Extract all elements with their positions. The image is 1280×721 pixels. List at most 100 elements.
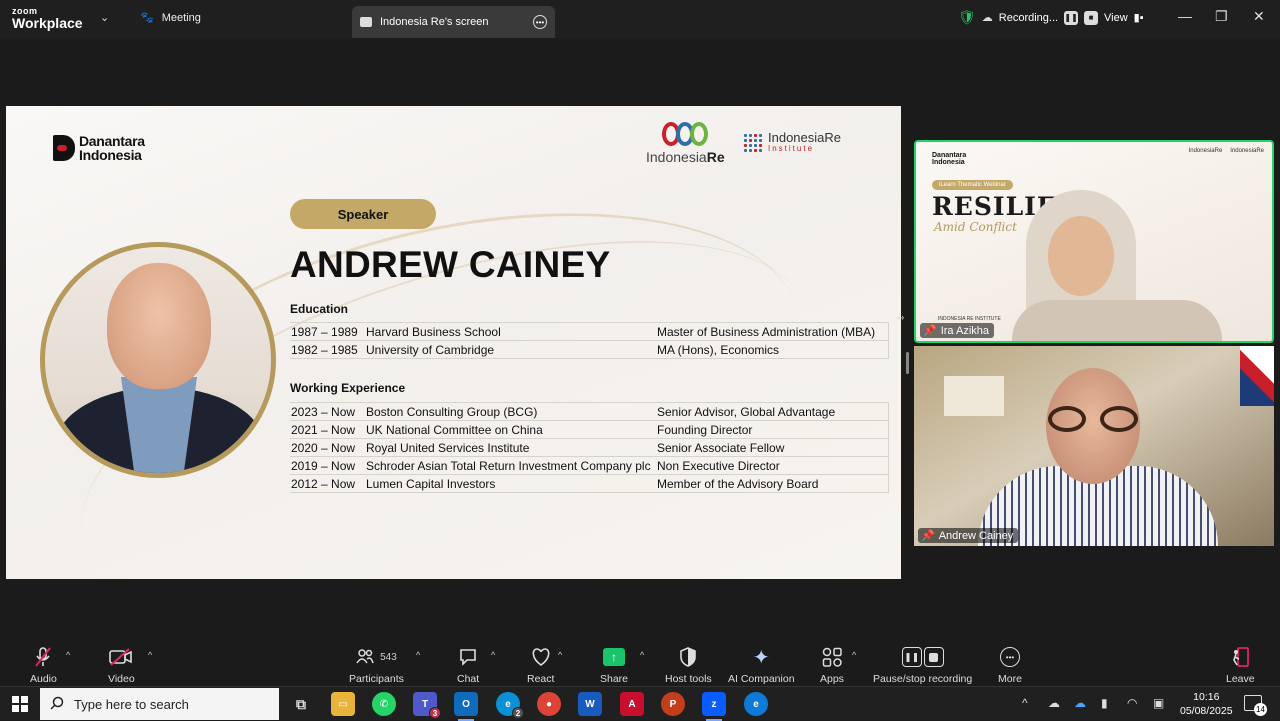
participant-name-tag: 📌 Ira Azikha: [920, 323, 995, 338]
participant-name: Andrew Cainey: [938, 529, 1014, 542]
share-arrow-icon: ↑: [603, 648, 626, 666]
audio-button[interactable]: Audio: [30, 645, 57, 685]
bg-ir-logo: IndonesiaRe: [1188, 148, 1223, 154]
file-explorer-icon[interactable]: ▭: [331, 692, 355, 716]
participant-face: [1048, 216, 1114, 296]
teams-icon[interactable]: T3: [413, 692, 441, 719]
participant-body: [1012, 300, 1222, 341]
task-view-icon[interactable]: ⧉: [289, 692, 313, 716]
work-org: Royal United Services Institute: [365, 438, 656, 457]
participants-count: 543: [380, 651, 397, 663]
edu-years: 1982 – 1985: [290, 340, 365, 359]
cloud-record-icon: ☁: [981, 12, 993, 24]
bg-iri-logo: IndonesiaRe: [1230, 148, 1264, 154]
pause-stop-recording-button[interactable]: ❚❚ Pause/stop recording: [873, 645, 972, 685]
host-tools-button[interactable]: Host tools: [665, 645, 712, 685]
paw-icon: 🐾: [140, 12, 154, 24]
view-button[interactable]: View ▮▪: [1104, 11, 1144, 25]
system-clock[interactable]: 10:16 05/08/2025: [1180, 690, 1233, 718]
display-icon[interactable]: ▣: [1153, 696, 1164, 710]
ai-companion-button[interactable]: ✦ AI Companion: [728, 645, 795, 686]
bg-subtitle: Amid Conflict: [934, 220, 1017, 234]
minimize-icon[interactable]: —: [1178, 8, 1192, 24]
heart-icon: [530, 645, 552, 669]
edge-browser-icon[interactable]: e: [744, 692, 768, 716]
more-options-icon[interactable]: •••: [533, 15, 547, 29]
taskbar-search-box[interactable]: Type here to search: [40, 688, 279, 720]
speaker-name: ANDREW CAINEY: [290, 244, 611, 285]
indonesia-re-rings-icon: [646, 122, 725, 146]
work-years: 2012 – Now: [290, 474, 365, 493]
onedrive-icon[interactable]: ☁: [1074, 696, 1086, 710]
chat-icon: [458, 645, 478, 669]
whatsapp-icon[interactable]: ✆: [372, 692, 396, 716]
cloud-sync-icon[interactable]: ☁: [1048, 696, 1060, 710]
chevron-up-icon[interactable]: ^: [1022, 696, 1028, 710]
panel-splitter-handle[interactable]: [906, 352, 909, 374]
dotgrid-icon: [744, 134, 762, 152]
participant-name-tag: 📌 Andrew Cainey: [918, 528, 1019, 543]
bg-footer-text: INDONESIA RE INSTITUTE: [938, 316, 1001, 322]
chrome-icon[interactable]: ●: [537, 692, 561, 716]
work-table: 2023 – Now Boston Consulting Group (BCG)…: [290, 402, 889, 493]
screen-share-tab[interactable]: Indonesia Re's screen •••: [352, 6, 555, 38]
table-row: 2019 – Now Schroder Asian Total Return I…: [290, 456, 889, 475]
zoom-app-icon[interactable]: z: [702, 692, 726, 721]
speaker-pill: Speaker: [290, 199, 436, 229]
edge-icon[interactable]: e2: [496, 692, 524, 719]
chat-label: Chat: [457, 673, 480, 685]
wifi-icon[interactable]: ◠: [1127, 696, 1137, 710]
ai-companion-label: AI Companion: [728, 673, 795, 685]
react-button[interactable]: React: [527, 645, 554, 685]
windows-start-icon[interactable]: [12, 696, 28, 712]
work-org: Schroder Asian Total Return Investment C…: [365, 456, 656, 475]
bg-danantara-line1: Danantara: [932, 152, 967, 159]
pause-recording-icon[interactable]: ❚❚: [1064, 10, 1079, 25]
chat-button[interactable]: Chat: [457, 645, 479, 685]
react-caret-icon[interactable]: ^: [558, 650, 562, 660]
table-row: 1982 – 1985 University of Cambridge MA (…: [290, 340, 889, 359]
close-icon[interactable]: ✕: [1253, 8, 1265, 25]
acrobat-icon[interactable]: A: [620, 692, 644, 716]
danantara-logo-line2: Indonesia: [79, 147, 142, 163]
share-button[interactable]: ↑ Share: [600, 645, 628, 685]
meeting-toolbar: Audio ^ Video ^ 543 Participants ^ Chat …: [0, 638, 1280, 686]
shield-icon: [679, 645, 697, 669]
usb-device-icon[interactable]: ▮: [1101, 696, 1108, 710]
powerpoint-icon[interactable]: P: [661, 692, 685, 716]
apps-button[interactable]: Apps: [820, 645, 844, 685]
audio-options-caret-icon[interactable]: ^: [66, 650, 70, 660]
video-tile-ira-azikha[interactable]: Danantara Indonesia IndonesiaRe Indonesi…: [914, 140, 1274, 343]
apps-caret-icon[interactable]: ^: [852, 650, 856, 660]
restore-icon[interactable]: ❐: [1215, 8, 1228, 25]
leave-label: Leave: [1226, 673, 1255, 685]
camera-off-icon: [109, 645, 133, 669]
video-options-caret-icon[interactable]: ^: [148, 650, 152, 660]
host-tools-label: Host tools: [665, 673, 712, 685]
meeting-tab[interactable]: 🐾 Meeting: [140, 11, 201, 25]
more-button[interactable]: ••• More: [998, 645, 1022, 685]
word-icon[interactable]: W: [578, 692, 602, 716]
work-role: Founding Director: [656, 420, 889, 439]
danantara-logo-line1: Danantara: [79, 133, 145, 149]
stop-recording-icon[interactable]: ■: [1084, 10, 1099, 25]
pause-icon: ❚❚: [901, 647, 922, 667]
notification-center-icon[interactable]: 14: [1244, 695, 1267, 716]
table-row: 2012 – Now Lumen Capital Investors Membe…: [290, 474, 889, 493]
participants-button[interactable]: 543 Participants: [349, 645, 404, 685]
chevron-down-icon[interactable]: ⌄: [100, 11, 109, 24]
chat-caret-icon[interactable]: ^: [491, 650, 495, 660]
audio-label: Audio: [30, 673, 57, 685]
screen-share-icon: [360, 17, 372, 27]
participants-label: Participants: [349, 673, 404, 685]
zoom-workplace-logo[interactable]: zoom Workplace: [12, 7, 83, 31]
video-tile-andrew-cainey[interactable]: 📌 Andrew Cainey: [914, 346, 1274, 546]
outlook-icon[interactable]: O: [454, 692, 478, 721]
clock-date: 05/08/2025: [1180, 705, 1233, 717]
notification-count: 14: [1254, 703, 1267, 716]
participants-caret-icon[interactable]: ^: [416, 650, 420, 660]
leave-button[interactable]: Leave: [1226, 645, 1255, 685]
share-caret-icon[interactable]: ^: [640, 650, 644, 660]
education-heading: Education: [290, 302, 349, 316]
video-button[interactable]: Video: [108, 645, 135, 685]
